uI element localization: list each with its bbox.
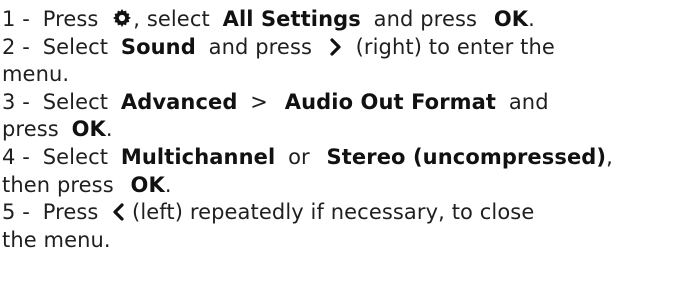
menu-item-audio-out-format: Audio Out Format xyxy=(284,89,497,114)
step-4-line-2: then press OK. xyxy=(2,172,688,200)
step-text: press xyxy=(2,117,59,142)
step-verb: Select xyxy=(42,89,109,114)
step-number: 3 - xyxy=(2,89,30,114)
step-verb: Select xyxy=(42,34,109,59)
menu-item-sound: Sound xyxy=(120,34,196,59)
option-multichannel: Multichannel xyxy=(120,144,276,169)
step-number: 4 - xyxy=(2,144,30,169)
step-text: . xyxy=(105,117,113,142)
chevron-right-icon xyxy=(329,37,343,57)
step-3-line-1: 3 - Select Advanced > Audio Out Format a… xyxy=(2,89,688,117)
chevron-left-icon xyxy=(111,202,125,222)
step-2-line-1: 2 - Select Sound and press (right) to en… xyxy=(2,34,688,62)
step-text: the menu. xyxy=(2,227,111,252)
step-5-line-2: the menu. xyxy=(2,227,688,255)
step-text: (right) to enter the xyxy=(355,34,555,59)
ok-key-label: OK xyxy=(71,117,106,142)
option-stereo-uncompressed: Stereo (uncompressed) xyxy=(326,144,607,169)
step-verb: Press xyxy=(42,7,99,31)
step-number: 1 - xyxy=(2,7,30,31)
step-text: or xyxy=(288,144,310,169)
step-1-line-1: 1 - Press , select All Settings and pres… xyxy=(2,6,688,34)
step-text: , xyxy=(606,144,613,169)
step-5-line-1: 5 - Press (left) repeatedly if necessary… xyxy=(2,199,688,227)
step-text: . xyxy=(164,172,172,197)
menu-item-advanced: Advanced xyxy=(120,89,238,114)
step-3-line-2: press OK. xyxy=(2,116,688,144)
step-number: 5 - xyxy=(2,200,30,225)
step-text: (left) repeatedly if necessary, to close xyxy=(132,200,535,225)
settings-gear-icon xyxy=(111,7,133,29)
step-text: menu. xyxy=(2,62,70,87)
step-2-line-2: menu. xyxy=(2,61,688,89)
instruction-steps: 1 - Press , select All Settings and pres… xyxy=(0,0,688,254)
ok-key-label: OK xyxy=(493,7,529,31)
ok-key-label: OK xyxy=(130,172,165,197)
step-text: and press xyxy=(208,34,313,59)
menu-separator: > xyxy=(250,89,268,114)
step-text: . xyxy=(528,7,535,31)
step-number: 2 - xyxy=(2,34,30,59)
menu-item-all-settings: All Settings xyxy=(222,7,361,31)
step-4-line-1: 4 - Select Multichannel or Stereo (uncom… xyxy=(2,144,688,172)
step-text: and press xyxy=(373,7,478,31)
step-verb: Press xyxy=(42,200,99,225)
step-text: and xyxy=(508,89,549,114)
step-text: , select xyxy=(133,7,210,31)
step-verb: Select xyxy=(42,144,109,169)
step-text: then press xyxy=(2,172,114,197)
